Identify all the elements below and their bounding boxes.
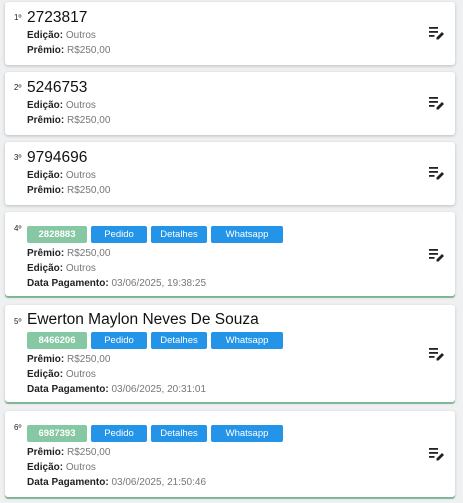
- payment-date-row: Data Pagamento: 03/06/2025, 21:50:46: [27, 477, 206, 488]
- prize-value: R$250,00: [67, 185, 111, 196]
- edition-value: Outros: [65, 170, 96, 181]
- position-label: 5º: [14, 317, 22, 326]
- prize-key: Prêmio:: [27, 447, 65, 458]
- action-bar: 2828883 Pedido Detalhes Whatsapp: [27, 226, 283, 243]
- winner-title: 9794696: [27, 149, 88, 166]
- edition-value: Outros: [65, 30, 96, 41]
- edit-note-icon[interactable]: [429, 447, 445, 461]
- winner-card-paid: 4º 2828883 Pedido Detalhes Whatsapp Prêm…: [5, 212, 455, 296]
- payment-date-key: Data Pagamento:: [27, 384, 109, 395]
- edition-row: Edição: Outros: [27, 100, 96, 111]
- edition-key: Edição:: [27, 369, 64, 380]
- edition-key: Edição:: [27, 100, 64, 111]
- prize-value: R$250,00: [67, 45, 111, 56]
- whatsapp-button[interactable]: Whatsapp: [211, 226, 283, 243]
- position-label: 6º: [14, 423, 22, 432]
- edit-note-icon[interactable]: [429, 347, 445, 361]
- edition-row: Edição: Outros: [27, 263, 96, 274]
- edition-value: Outros: [65, 263, 96, 274]
- pedido-button[interactable]: Pedido: [91, 226, 147, 243]
- prize-row: Prêmio: R$250,00: [27, 115, 110, 126]
- prize-row: Prêmio: R$250,00: [27, 447, 110, 458]
- prize-value: R$250,00: [67, 447, 111, 458]
- detalhes-button[interactable]: Detalhes: [151, 332, 207, 349]
- edition-row: Edição: Outros: [27, 462, 96, 473]
- pedido-button[interactable]: Pedido: [91, 425, 147, 442]
- payment-date-key: Data Pagamento:: [27, 477, 109, 488]
- edit-note-icon[interactable]: [429, 166, 445, 180]
- prize-row: Prêmio: R$250,00: [27, 354, 110, 365]
- edition-row: Edição: Outros: [27, 170, 96, 181]
- edition-value: Outros: [65, 100, 96, 111]
- prize-key: Prêmio:: [27, 45, 65, 56]
- detalhes-button[interactable]: Detalhes: [151, 226, 207, 243]
- prize-row: Prêmio: R$250,00: [27, 185, 110, 196]
- winner-name: Ewerton Maylon Neves De Souza: [27, 311, 259, 328]
- detalhes-button[interactable]: Detalhes: [151, 425, 207, 442]
- prize-key: Prêmio:: [27, 115, 65, 126]
- edit-note-icon[interactable]: [429, 96, 445, 110]
- ticket-badge: 2828883: [27, 226, 87, 243]
- ticket-badge: 6987393: [27, 425, 87, 442]
- winner-card: 3º 9794696 Edição: Outros Prêmio: R$250,…: [5, 142, 455, 205]
- edition-value: Outros: [65, 462, 96, 473]
- position-label: 4º: [14, 224, 22, 233]
- winner-card: 1º 2723817 Edição: Outros Prêmio: R$250,…: [5, 2, 455, 65]
- pedido-button[interactable]: Pedido: [91, 332, 147, 349]
- edit-note-icon[interactable]: [429, 248, 445, 262]
- prize-value: R$250,00: [67, 354, 111, 365]
- prize-value: R$250,00: [67, 248, 111, 259]
- edition-key: Edição:: [27, 462, 64, 473]
- payment-date-value: 03/06/2025, 19:38:25: [111, 278, 206, 289]
- payment-date-value: 03/06/2025, 20:31:01: [111, 384, 206, 395]
- action-bar: 6987393 Pedido Detalhes Whatsapp: [27, 425, 283, 442]
- edition-key: Edição:: [27, 30, 64, 41]
- payment-date-row: Data Pagamento: 03/06/2025, 19:38:25: [27, 278, 206, 289]
- prize-value: R$250,00: [67, 115, 111, 126]
- whatsapp-button[interactable]: Whatsapp: [211, 332, 283, 349]
- edition-key: Edição:: [27, 263, 64, 274]
- edition-row: Edição: Outros: [27, 30, 96, 41]
- prize-row: Prêmio: R$250,00: [27, 248, 110, 259]
- edition-value: Outros: [65, 369, 96, 380]
- whatsapp-button[interactable]: Whatsapp: [211, 425, 283, 442]
- winner-card: 2º 5246753 Edição: Outros Prêmio: R$250,…: [5, 72, 455, 135]
- winner-title: 2723817: [27, 9, 88, 26]
- winners-list: 1º 2723817 Edição: Outros Prêmio: R$250,…: [0, 0, 463, 503]
- payment-date-value: 03/06/2025, 21:50:46: [111, 477, 206, 488]
- winner-card-paid: 6º 6987393 Pedido Detalhes Whatsapp Prêm…: [5, 411, 455, 497]
- prize-key: Prêmio:: [27, 185, 65, 196]
- payment-date-key: Data Pagamento:: [27, 278, 109, 289]
- winner-title: 5246753: [27, 79, 88, 96]
- prize-key: Prêmio:: [27, 248, 65, 259]
- position-label: 2º: [14, 83, 22, 92]
- winner-card-paid: 5º Ewerton Maylon Neves De Souza 8466206…: [5, 305, 455, 402]
- position-label: 3º: [14, 153, 22, 162]
- edition-key: Edição:: [27, 170, 64, 181]
- position-label: 1º: [14, 13, 22, 22]
- prize-key: Prêmio:: [27, 354, 65, 365]
- action-bar: 8466206 Pedido Detalhes Whatsapp: [27, 332, 283, 349]
- payment-date-row: Data Pagamento: 03/06/2025, 20:31:01: [27, 384, 206, 395]
- edition-row: Edição: Outros: [27, 369, 96, 380]
- edit-note-icon[interactable]: [429, 26, 445, 40]
- ticket-badge: 8466206: [27, 332, 87, 349]
- prize-row: Prêmio: R$250,00: [27, 45, 110, 56]
